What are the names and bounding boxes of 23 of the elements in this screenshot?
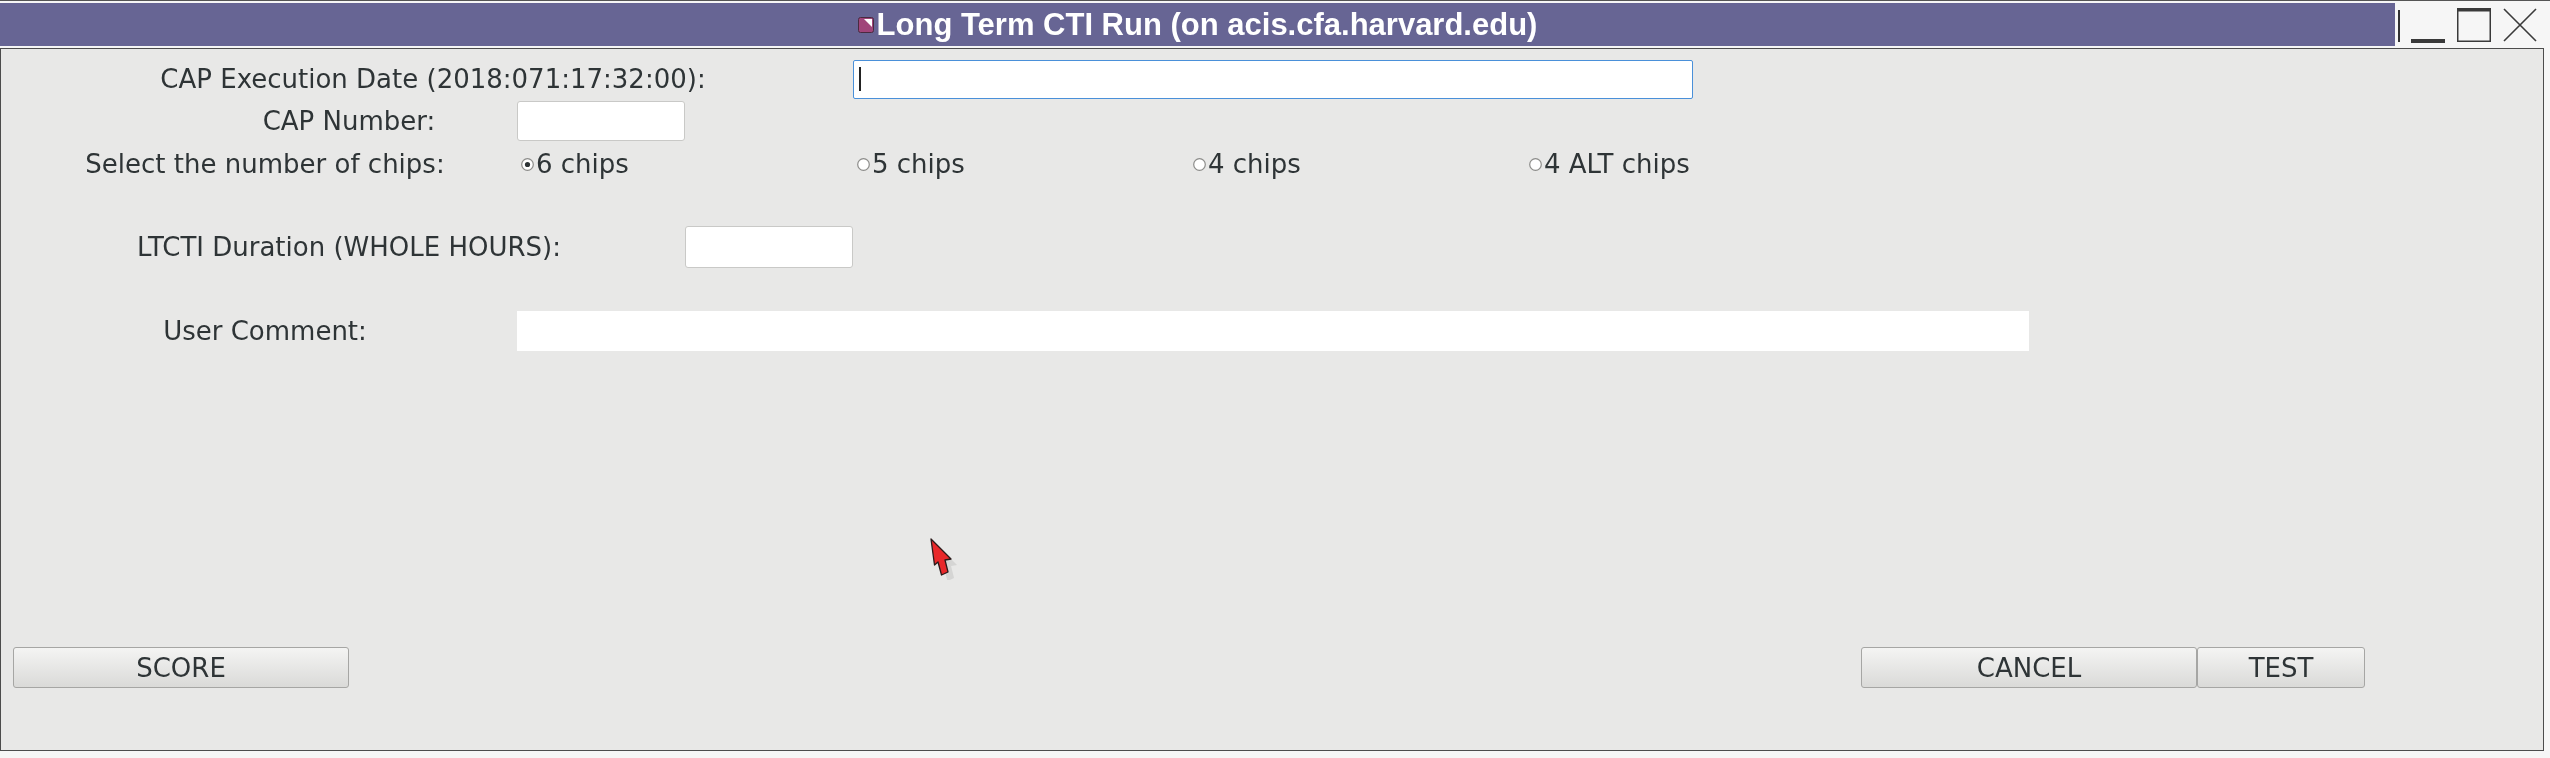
maximize-icon[interactable] xyxy=(2457,8,2491,42)
field-label: Select the number of chips: xyxy=(85,149,445,179)
score-button[interactable]: SCORE xyxy=(13,647,349,688)
field-label: User Comment: xyxy=(163,316,367,346)
field-label: LTCTI Duration (WHOLE HOURS): xyxy=(137,232,561,262)
minimize-icon[interactable] xyxy=(2411,39,2445,43)
radio-option[interactable]: 5 chips xyxy=(857,149,965,179)
field-label: CAP Execution Date (2018:071:17:32:00): xyxy=(160,64,706,94)
close-icon[interactable] xyxy=(2503,8,2537,42)
text-cursor-icon xyxy=(859,67,861,91)
window-title: Long Term CTI Run (on acis.cfa.harvard.edu) xyxy=(876,6,1538,43)
number-input-field[interactable] xyxy=(517,101,685,141)
comment-input-field[interactable] xyxy=(517,311,2029,351)
radio-option[interactable]: 4 chips xyxy=(1193,149,1301,179)
test-button[interactable]: TEST xyxy=(2197,647,2365,688)
date-input-field[interactable] xyxy=(853,59,1693,99)
cancel-button[interactable]: CANCEL xyxy=(1861,647,2197,688)
radio-option[interactable]: 4 ALT chips xyxy=(1529,149,1690,179)
hours-input-field[interactable] xyxy=(685,226,853,268)
app-icon xyxy=(857,16,874,33)
mouse-pointer-icon xyxy=(929,538,959,580)
radio-option[interactable]: 6 chips xyxy=(521,149,629,179)
field-label: CAP Number: xyxy=(262,106,436,136)
